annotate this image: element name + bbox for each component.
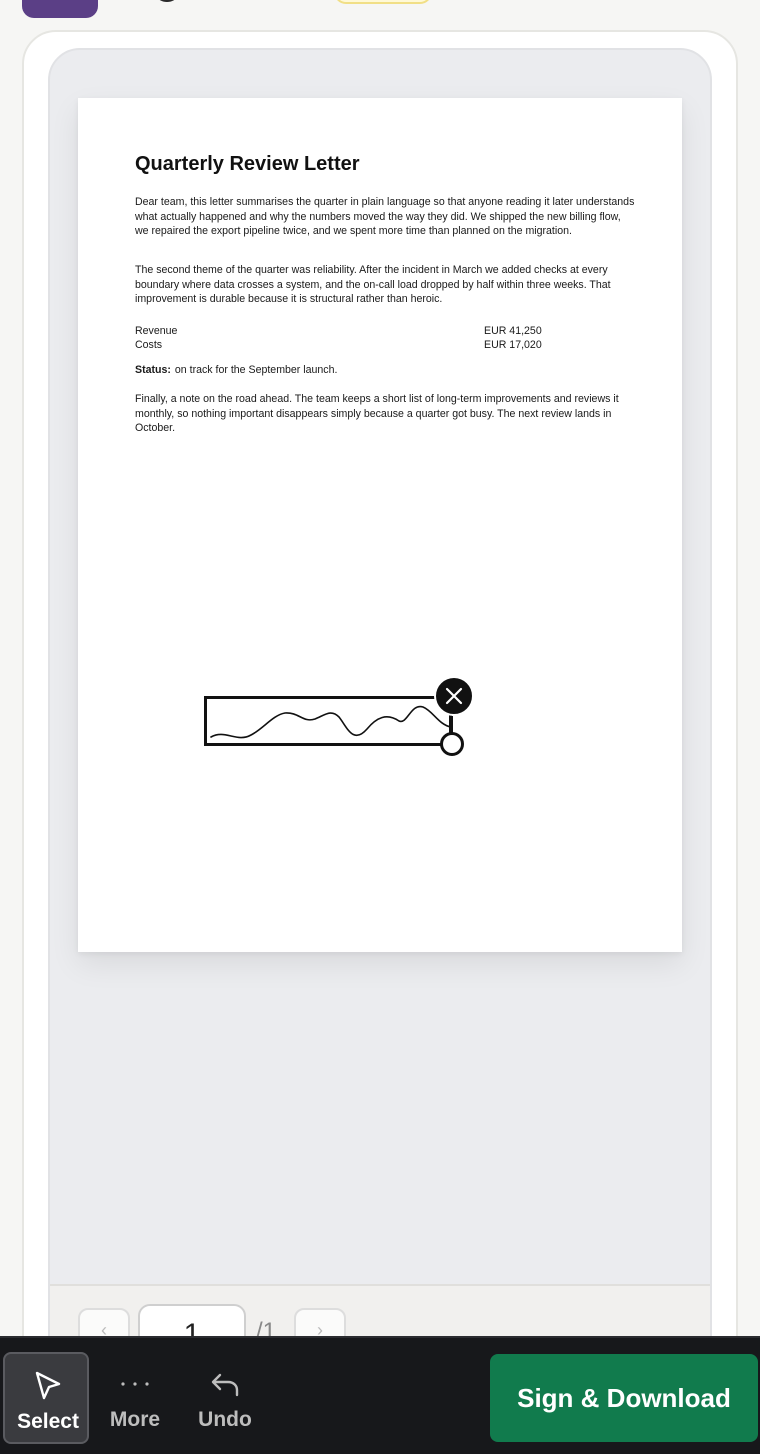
financial-value: EUR 41,250 <box>484 325 542 337</box>
financial-label: Costs <box>135 339 163 351</box>
status-label: Status: <box>135 364 171 376</box>
header-text-fragment <box>158 0 176 2</box>
financial-label: Revenue <box>135 325 178 337</box>
financial-row: Costs EUR 17,020 <box>135 339 555 353</box>
bottom-toolbar: Select More Undo Sign & Download <box>0 1336 760 1454</box>
select-tool-button[interactable]: Select <box>3 1352 89 1444</box>
more-button[interactable]: More <box>92 1352 178 1444</box>
undo-label: Undo <box>198 1408 252 1431</box>
signature-field[interactable] <box>204 696 452 746</box>
avatar[interactable] <box>22 0 98 18</box>
sign-and-download-button[interactable]: Sign & Download <box>490 1354 758 1442</box>
financial-value: EUR 17,020 <box>484 339 542 351</box>
status-badge <box>334 0 432 4</box>
select-label: Select <box>17 1410 79 1433</box>
paragraph: The second theme of the quarter was reli… <box>135 264 611 305</box>
document-page[interactable]: Quarterly Review Letter Dear team, this … <box>78 98 682 952</box>
status-text: on track for the September launch. <box>174 364 338 376</box>
resize-handle[interactable] <box>440 732 464 756</box>
more-icon <box>92 1366 178 1402</box>
paragraph: Finally, a note on the road ahead. The t… <box>135 393 619 434</box>
status-line: Status: on track for the September launch… <box>135 364 337 376</box>
close-icon <box>445 687 463 705</box>
more-label: More <box>109 1408 161 1431</box>
undo-button[interactable]: Undo <box>182 1352 268 1444</box>
undo-icon <box>182 1366 268 1402</box>
financial-row: Revenue EUR 41,250 <box>135 325 555 339</box>
paragraph: Dear team, this letter summarises the qu… <box>135 196 635 237</box>
signature-drawing <box>210 705 452 739</box>
cursor-icon <box>5 1368 91 1404</box>
document-title: Quarterly Review Letter <box>135 153 360 175</box>
remove-signature-button[interactable] <box>434 676 474 716</box>
